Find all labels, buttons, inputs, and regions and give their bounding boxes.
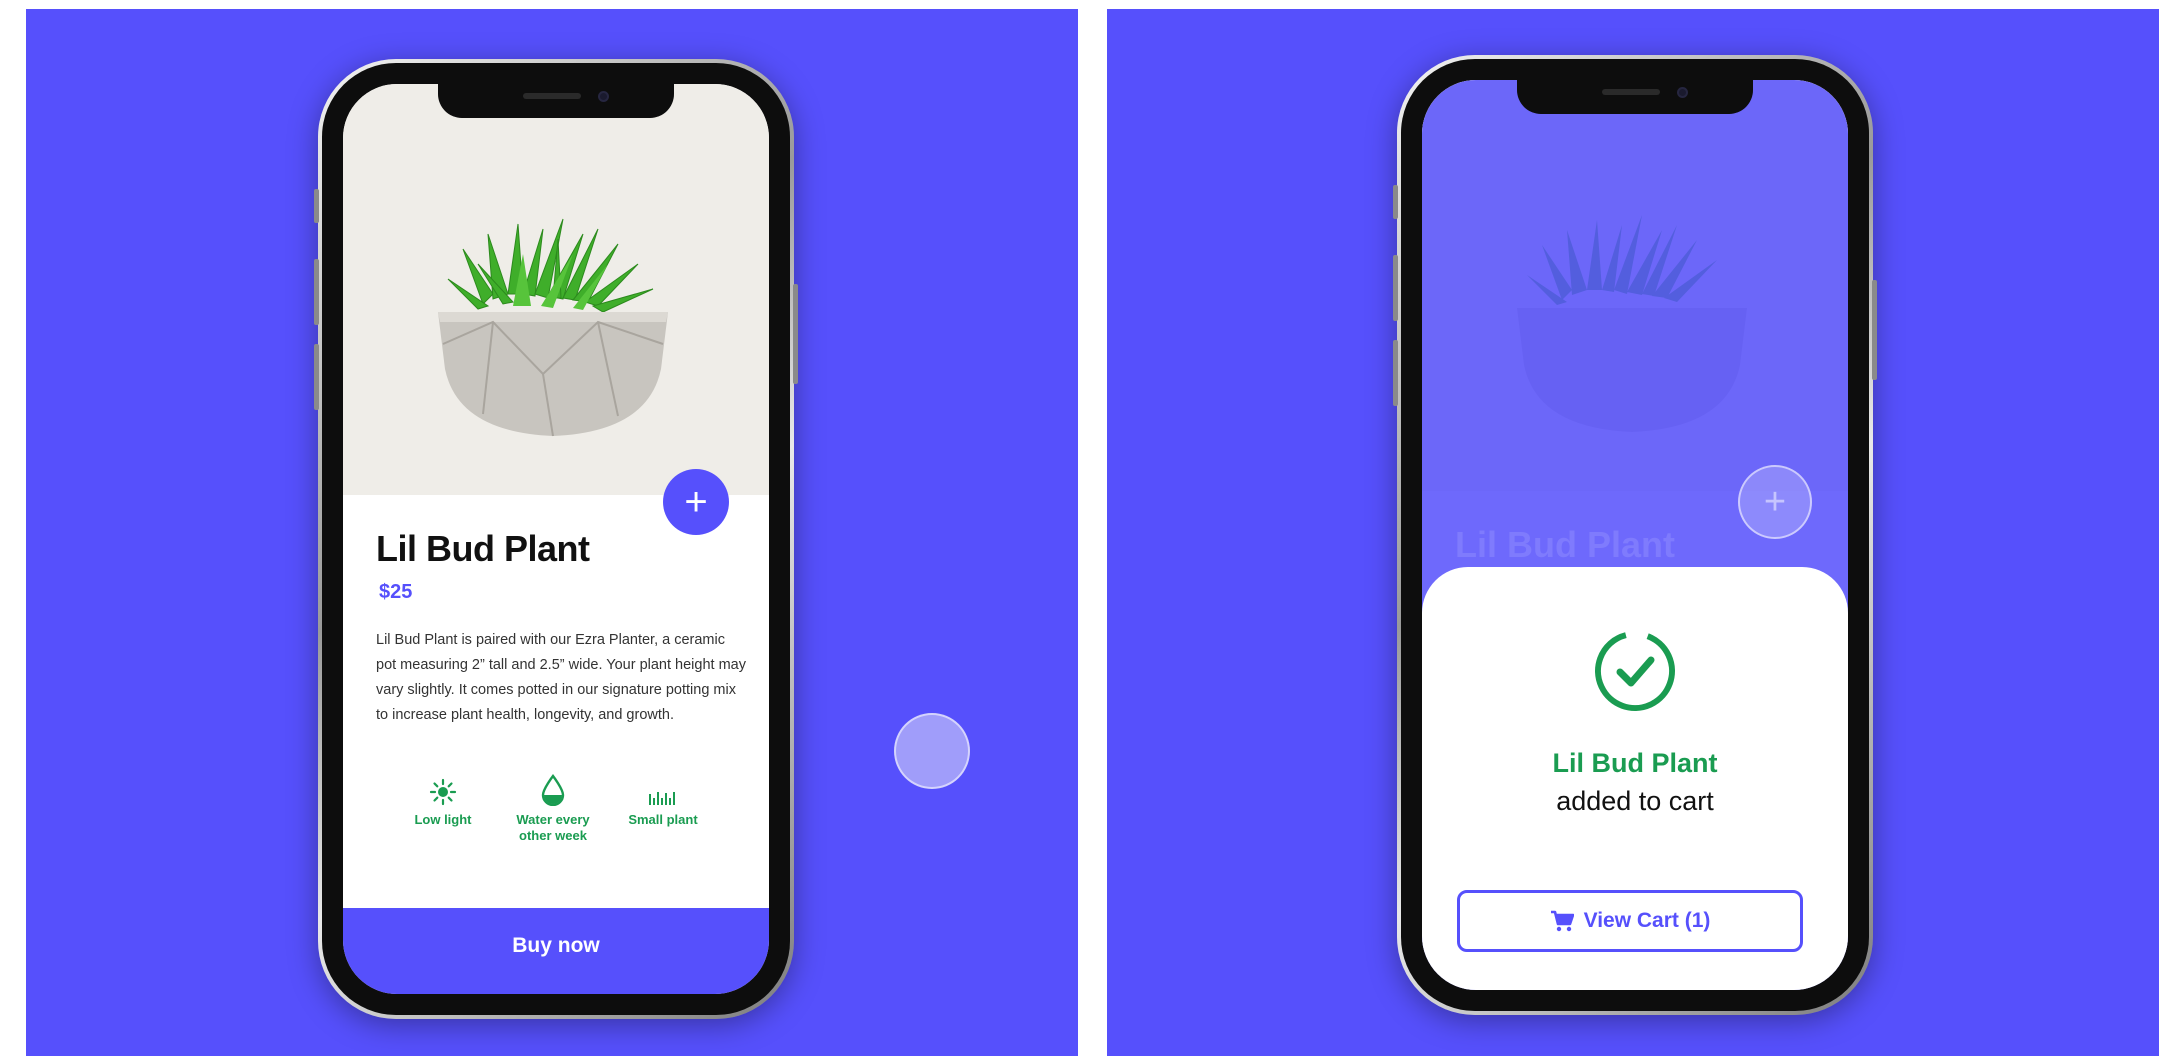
- feature-label: Low light: [414, 812, 472, 827]
- plus-icon: +: [1763, 480, 1787, 523]
- product-price: $25: [379, 581, 413, 603]
- phone-bezel: + Lil Bud Plant $25 Lil Bud Plant is pai…: [322, 63, 790, 1015]
- phone-notch: [1517, 80, 1753, 114]
- added-product-name: Lil Bud Plant: [1552, 748, 1718, 778]
- product-title: Lil Bud Plant: [376, 528, 590, 569]
- add-to-cart-button-pressed[interactable]: +: [1738, 465, 1812, 539]
- sun-icon: [429, 778, 457, 806]
- buy-now-button[interactable]: Buy now: [343, 908, 769, 994]
- phone-frame: Lil Bud Plant + Lil Bud Plant added to c…: [1393, 55, 1877, 1015]
- product-image-area: [343, 84, 769, 495]
- feature-small-plant: Small plant: [613, 774, 713, 844]
- feature-label: Small plant: [628, 812, 698, 827]
- product-description: Lil Bud Plant is paired with our Ezra Pl…: [376, 632, 746, 723]
- added-message: added to cart: [1556, 786, 1714, 816]
- small-plant-icon: [649, 792, 675, 805]
- plant-image: [438, 218, 668, 437]
- product-panel: + Lil Bud Plant $25 Lil Bud Plant is pai…: [26, 9, 1078, 1056]
- product-screen: + Lil Bud Plant $25 Lil Bud Plant is pai…: [343, 84, 769, 994]
- check-circle-icon: [1595, 631, 1675, 711]
- feature-label: Water every other week: [516, 812, 590, 843]
- view-cart-button[interactable]: View Cart (1): [1457, 890, 1803, 952]
- touch-cursor: [894, 713, 970, 789]
- view-cart-label: View Cart (1): [1583, 909, 1711, 932]
- phone-bezel: Lil Bud Plant + Lil Bud Plant added to c…: [1401, 59, 1869, 1011]
- care-features: Low light Water every other week Small p…: [393, 774, 713, 844]
- phone-notch: [438, 84, 674, 118]
- added-to-cart-sheet: Lil Bud Plant added to cart View Cart (1…: [1422, 567, 1848, 990]
- add-to-cart-button[interactable]: +: [663, 469, 729, 535]
- cart-icon: [1550, 910, 1574, 932]
- feature-low-light: Low light: [393, 774, 493, 844]
- confirmation-screen: Lil Bud Plant + Lil Bud Plant added to c…: [1422, 80, 1848, 990]
- phone-frame: + Lil Bud Plant $25 Lil Bud Plant is pai…: [314, 59, 798, 1019]
- product-title-dimmed: Lil Bud Plant: [1455, 524, 1675, 565]
- plus-icon: +: [684, 480, 708, 524]
- feature-water: Water every other week: [503, 774, 603, 844]
- water-drop-icon: [541, 774, 565, 806]
- confirmation-panel: Lil Bud Plant + Lil Bud Plant added to c…: [1107, 9, 2159, 1056]
